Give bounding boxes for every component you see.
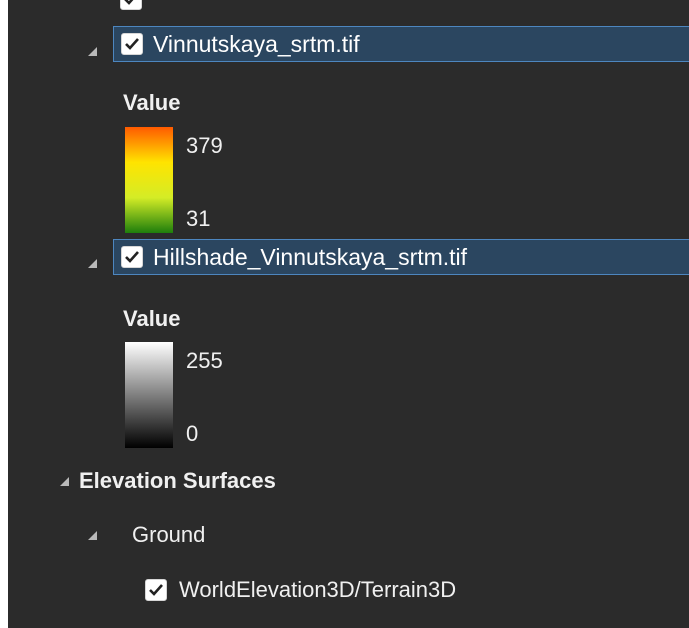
checkmark-icon <box>125 38 139 50</box>
expand-arrow-icon[interactable] <box>60 476 69 486</box>
expand-arrow-icon[interactable] <box>88 530 97 540</box>
elevation-source-checkbox[interactable] <box>145 579 167 601</box>
expand-arrow-icon[interactable] <box>88 259 97 268</box>
checkmark-icon <box>125 251 139 263</box>
checkbox[interactable] <box>120 0 142 10</box>
grayscale-ramp-swatch <box>125 342 173 448</box>
group-label: Ground <box>132 522 206 547</box>
legend-min-label: 31 <box>186 206 211 231</box>
checkmark-icon <box>149 584 163 596</box>
color-ramp-swatch <box>125 127 173 233</box>
layer-row-hillshade[interactable]: Hillshade_Vinnutskaya_srtm.tif <box>113 239 689 275</box>
layer-visibility-checkbox[interactable] <box>121 246 143 268</box>
elevation-source-row[interactable]: WorldElevation3D/Terrain3D <box>145 575 456 605</box>
elevation-source-name: WorldElevation3D/Terrain3D <box>179 577 457 602</box>
legend-heading: Value <box>123 90 181 115</box>
legend-max-label: 255 <box>186 348 223 373</box>
layer-visibility-checkbox[interactable] <box>121 33 143 55</box>
expand-arrow-icon[interactable] <box>88 47 97 56</box>
legend-heading: Value <box>123 306 181 331</box>
layer-row-vinnutskaya[interactable]: Vinnutskaya_srtm.tif <box>113 26 689 62</box>
group-label: Elevation Surfaces <box>79 468 276 493</box>
legend-min-label: 0 <box>186 421 199 446</box>
elevation-surfaces-group[interactable]: Elevation Surfaces <box>60 467 276 495</box>
legend-max-label: 379 <box>186 133 223 158</box>
contents-pane: Vinnutskaya_srtm.tif Value 379 31 Hillsh… <box>8 0 689 628</box>
clipped-layer-row[interactable] <box>120 0 142 10</box>
ground-surface-group[interactable]: Ground <box>88 521 205 549</box>
layer-name: Vinnutskaya_srtm.tif <box>153 30 360 57</box>
layer-name: Hillshade_Vinnutskaya_srtm.tif <box>153 243 468 270</box>
